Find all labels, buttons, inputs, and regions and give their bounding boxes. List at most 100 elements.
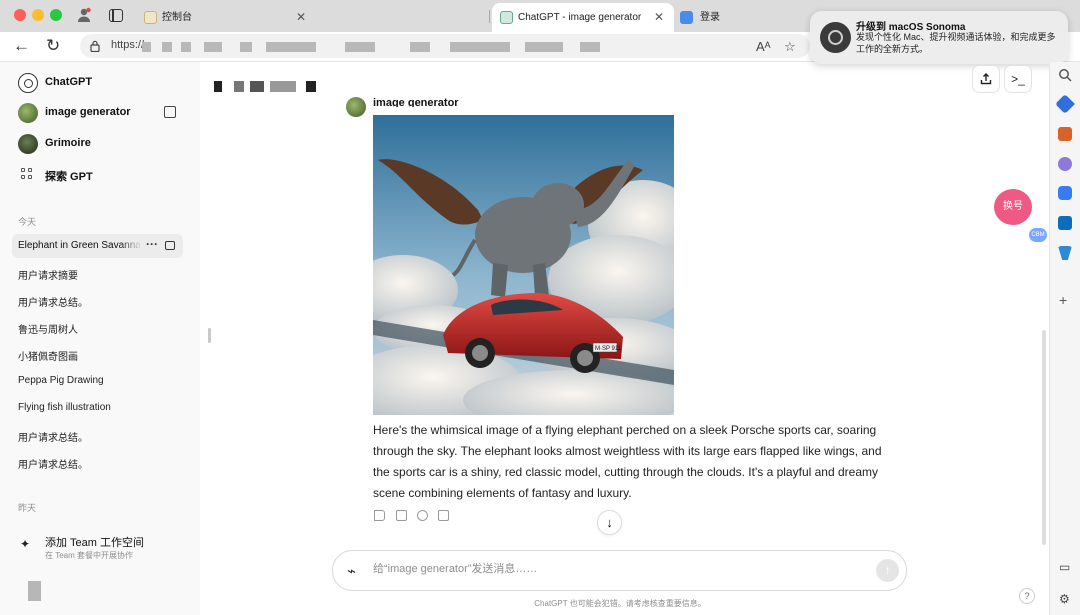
notification-body: 发现个性化 Mac、提升视频通话体验，和完成更多工作的全新方式。: [856, 32, 1056, 54]
sidebar-item-chatgpt[interactable]: ChatGPT: [12, 69, 187, 97]
tab-title: 登录: [700, 12, 720, 23]
chat-scrollbar[interactable]: [1042, 330, 1046, 545]
team-subtitle: 在 Team 套餐中开展协作: [45, 551, 134, 560]
add-extension-plus-icon[interactable]: +: [1059, 292, 1067, 308]
terminal-icon: >_: [1011, 72, 1025, 86]
message-input[interactable]: [373, 563, 863, 575]
redacted-url: [580, 42, 600, 52]
history-item[interactable]: 用户请求总结。: [18, 429, 88, 444]
attach-paperclip-icon[interactable]: ⌁: [347, 562, 356, 580]
image-generator-avatar: [18, 103, 38, 123]
collections-tag-icon[interactable]: [1055, 94, 1075, 114]
scroll-to-bottom-button[interactable]: ↓: [597, 510, 622, 535]
sidebar-item-label: image generator: [45, 106, 131, 118]
send-button[interactable]: ↑: [876, 559, 899, 582]
zoom-window-button[interactable]: [50, 9, 62, 21]
sidebar-item-label: Grimoire: [45, 137, 91, 149]
share-button[interactable]: [972, 65, 1000, 93]
send-plane-icon[interactable]: [1058, 246, 1072, 260]
new-chat-edit-icon[interactable]: [164, 106, 176, 118]
tab-divider: [489, 10, 490, 23]
back-arrow-icon[interactable]: ←: [13, 36, 30, 56]
close-window-button[interactable]: [14, 9, 26, 21]
bot-name: image generator: [373, 97, 459, 107]
history-item-active[interactable]: Elephant in Green Savanna ···: [12, 234, 183, 258]
redacted-url: [266, 42, 316, 52]
regenerate-icon[interactable]: [417, 510, 428, 521]
thumbs-down-icon[interactable]: [438, 510, 449, 521]
extension-badge[interactable]: CBM: [1029, 228, 1047, 242]
tab-actions-icon[interactable]: [109, 9, 123, 22]
sidebar-resize-handle[interactable]: [208, 328, 211, 343]
sidebar: ChatGPT image generator Grimoire 探索 GPT …: [0, 62, 200, 615]
settings-gear-icon: [820, 22, 851, 53]
chatgpt-favicon-icon: [500, 11, 513, 24]
settings-gear-icon[interactable]: ⚙: [1059, 592, 1070, 606]
url-field[interactable]: https:// Aᴬ ☆: [80, 34, 810, 58]
redacted-url: [204, 42, 222, 52]
sidebar-item-image-generator[interactable]: image generator: [12, 99, 187, 127]
tab-console[interactable]: 控制台 ✕: [136, 3, 316, 32]
redacted-url: [525, 42, 563, 52]
chatgpt-logo-icon: [18, 73, 38, 93]
history-item[interactable]: 用户请求总结。: [18, 456, 88, 471]
redacted-url: [240, 42, 252, 52]
search-icon[interactable]: [1058, 68, 1072, 82]
favorite-star-icon[interactable]: ☆: [784, 39, 796, 55]
terminal-button[interactable]: >_: [1004, 65, 1032, 93]
url-text: https://: [111, 39, 145, 51]
sidebar-item-label: 探索 GPT: [45, 171, 93, 183]
sidebar-item-explore-gpts[interactable]: 探索 GPT: [12, 161, 187, 189]
outlook-icon[interactable]: [1058, 216, 1072, 230]
profile-icon[interactable]: [76, 7, 92, 23]
sparkle-icon: ✦: [20, 537, 31, 551]
reload-icon[interactable]: ↻: [46, 36, 60, 56]
redacted-url: [162, 42, 172, 52]
lock-icon: [90, 40, 100, 52]
archive-icon[interactable]: [165, 241, 175, 250]
read-aloud-icon[interactable]: [374, 510, 385, 521]
tab-close-icon[interactable]: ✕: [654, 3, 664, 32]
minimize-window-button[interactable]: [32, 9, 44, 21]
history-item[interactable]: Flying fish illustration: [18, 402, 111, 413]
assistant-reply: Here's the whimsical image of a flying e…: [373, 423, 882, 500]
tab-title: ChatGPT - image generator: [518, 12, 642, 23]
tab-login[interactable]: 登录: [674, 3, 804, 32]
copy-icon[interactable]: [396, 510, 407, 521]
login-favicon-icon: [680, 11, 693, 24]
label-fade: [120, 234, 142, 258]
history-item[interactable]: 用户请求摘要: [18, 267, 78, 282]
history-item[interactable]: 用户请求总结。: [18, 294, 88, 309]
redacted-url: [181, 42, 191, 52]
user-avatar[interactable]: [28, 581, 41, 601]
tab-title: 控制台: [162, 12, 192, 23]
redacted-url: [345, 42, 375, 52]
generated-image-flying-elephant-on-porsche[interactable]: M·SP 911: [373, 115, 674, 415]
redacted-header: [306, 81, 316, 92]
redacted-url: [142, 42, 151, 52]
more-options-icon[interactable]: ···: [146, 237, 158, 251]
edge-sidebar-rail: + ▭ ⚙: [1049, 62, 1080, 615]
switch-account-button[interactable]: 换号: [994, 189, 1032, 225]
redacted-header: [250, 81, 264, 92]
arrow-down-icon: ↓: [606, 515, 613, 530]
screen-cast-icon[interactable]: ▭: [1059, 560, 1070, 574]
history-item[interactable]: 鲁迅与周树人: [18, 321, 78, 336]
history-item[interactable]: Peppa Pig Drawing: [18, 375, 104, 386]
share-icon: [980, 73, 992, 85]
section-heading-today: 今天: [18, 217, 37, 227]
redacted-header: [234, 81, 244, 92]
copilot-icon[interactable]: [1058, 186, 1072, 200]
tab-chatgpt[interactable]: ChatGPT - image generator ✕: [492, 3, 674, 32]
console-favicon-icon: [144, 11, 157, 24]
sidebar-item-grimoire[interactable]: Grimoire: [12, 130, 187, 158]
help-button[interactable]: ?: [1019, 588, 1035, 604]
macos-update-notification[interactable]: 升级到 macOS Sonoma 发现个性化 Mac、提升视频通话体验，和完成更…: [810, 11, 1068, 64]
explore-grid-icon: [18, 165, 38, 185]
tools-briefcase-icon[interactable]: [1058, 127, 1072, 141]
history-item[interactable]: 小猪佩奇图画: [18, 348, 78, 363]
people-icon[interactable]: [1058, 157, 1072, 171]
redacted-url: [450, 42, 510, 52]
tab-close-icon[interactable]: ✕: [296, 3, 306, 32]
read-aloud-icon[interactable]: Aᴬ: [756, 39, 771, 54]
